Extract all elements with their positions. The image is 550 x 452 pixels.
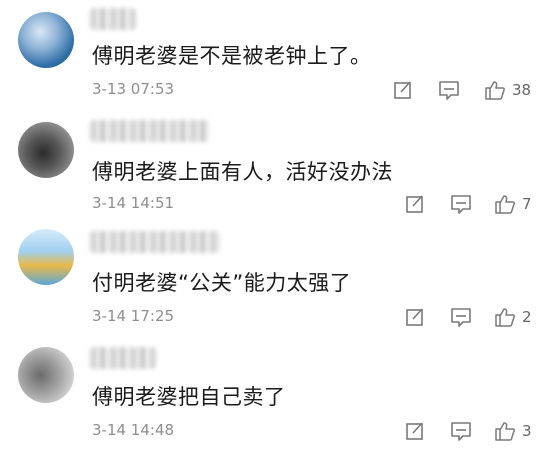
- like-button[interactable]: [492, 192, 518, 216]
- comment-icon: [451, 195, 471, 214]
- comment-text: 傅明老婆把自己卖了: [92, 385, 286, 409]
- username-blurred[interactable]: [90, 231, 220, 253]
- edit-icon: [406, 308, 423, 326]
- avatar[interactable]: [18, 12, 74, 68]
- username-blurred[interactable]: [90, 120, 210, 142]
- edit-icon: [406, 195, 423, 213]
- reply-button[interactable]: [448, 419, 474, 443]
- reply-button[interactable]: [436, 78, 462, 102]
- like-count: 38: [512, 81, 532, 99]
- edit-icon: [406, 422, 423, 440]
- comment-icon: [439, 81, 459, 100]
- like-button[interactable]: [492, 305, 518, 329]
- avatar[interactable]: [18, 122, 74, 178]
- comment-text: 傅明老婆上面有人，活好没办法: [92, 160, 393, 184]
- comment-item: 付明老婆“公关”能力太强了 3-14 17:25 2: [0, 225, 550, 339]
- like-button[interactable]: [482, 78, 508, 102]
- comment-time: 3-14 17:25: [92, 307, 175, 325]
- edit-button[interactable]: [390, 78, 416, 102]
- thumbs-up-icon: [495, 195, 515, 214]
- avatar[interactable]: [18, 229, 74, 285]
- comment-icon: [451, 422, 471, 441]
- like-count: 3: [522, 422, 532, 440]
- edit-button[interactable]: [402, 419, 428, 443]
- comment-time: 3-14 14:48: [92, 421, 175, 439]
- edit-button[interactable]: [402, 305, 428, 329]
- edit-button[interactable]: [402, 192, 428, 216]
- reply-button[interactable]: [448, 305, 474, 329]
- like-button[interactable]: [492, 419, 518, 443]
- comment-icon: [451, 308, 471, 327]
- comment-text: 付明老婆“公关”能力太强了: [92, 271, 352, 295]
- thumbs-up-icon: [485, 81, 505, 100]
- comment-text: 傅明老婆是不是被老钟上了。: [92, 44, 372, 68]
- comment-item: 傅明老婆是不是被老钟上了。 3-13 07:53 38: [0, 0, 550, 112]
- edit-icon: [394, 81, 411, 99]
- like-count: 7: [522, 195, 532, 213]
- thumbs-up-icon: [495, 422, 515, 441]
- comment-item: 傅明老婆把自己卖了 3-14 14:48 3: [0, 339, 550, 452]
- comment-item: 傅明老婆上面有人，活好没办法 3-14 14:51 7: [0, 112, 550, 225]
- reply-button[interactable]: [448, 192, 474, 216]
- thumbs-up-icon: [495, 308, 515, 327]
- like-count: 2: [522, 308, 532, 326]
- username-blurred[interactable]: [90, 8, 136, 30]
- comment-time: 3-13 07:53: [92, 80, 175, 98]
- username-blurred[interactable]: [90, 347, 156, 369]
- avatar[interactable]: [18, 347, 74, 403]
- comment-time: 3-14 14:51: [92, 194, 175, 212]
